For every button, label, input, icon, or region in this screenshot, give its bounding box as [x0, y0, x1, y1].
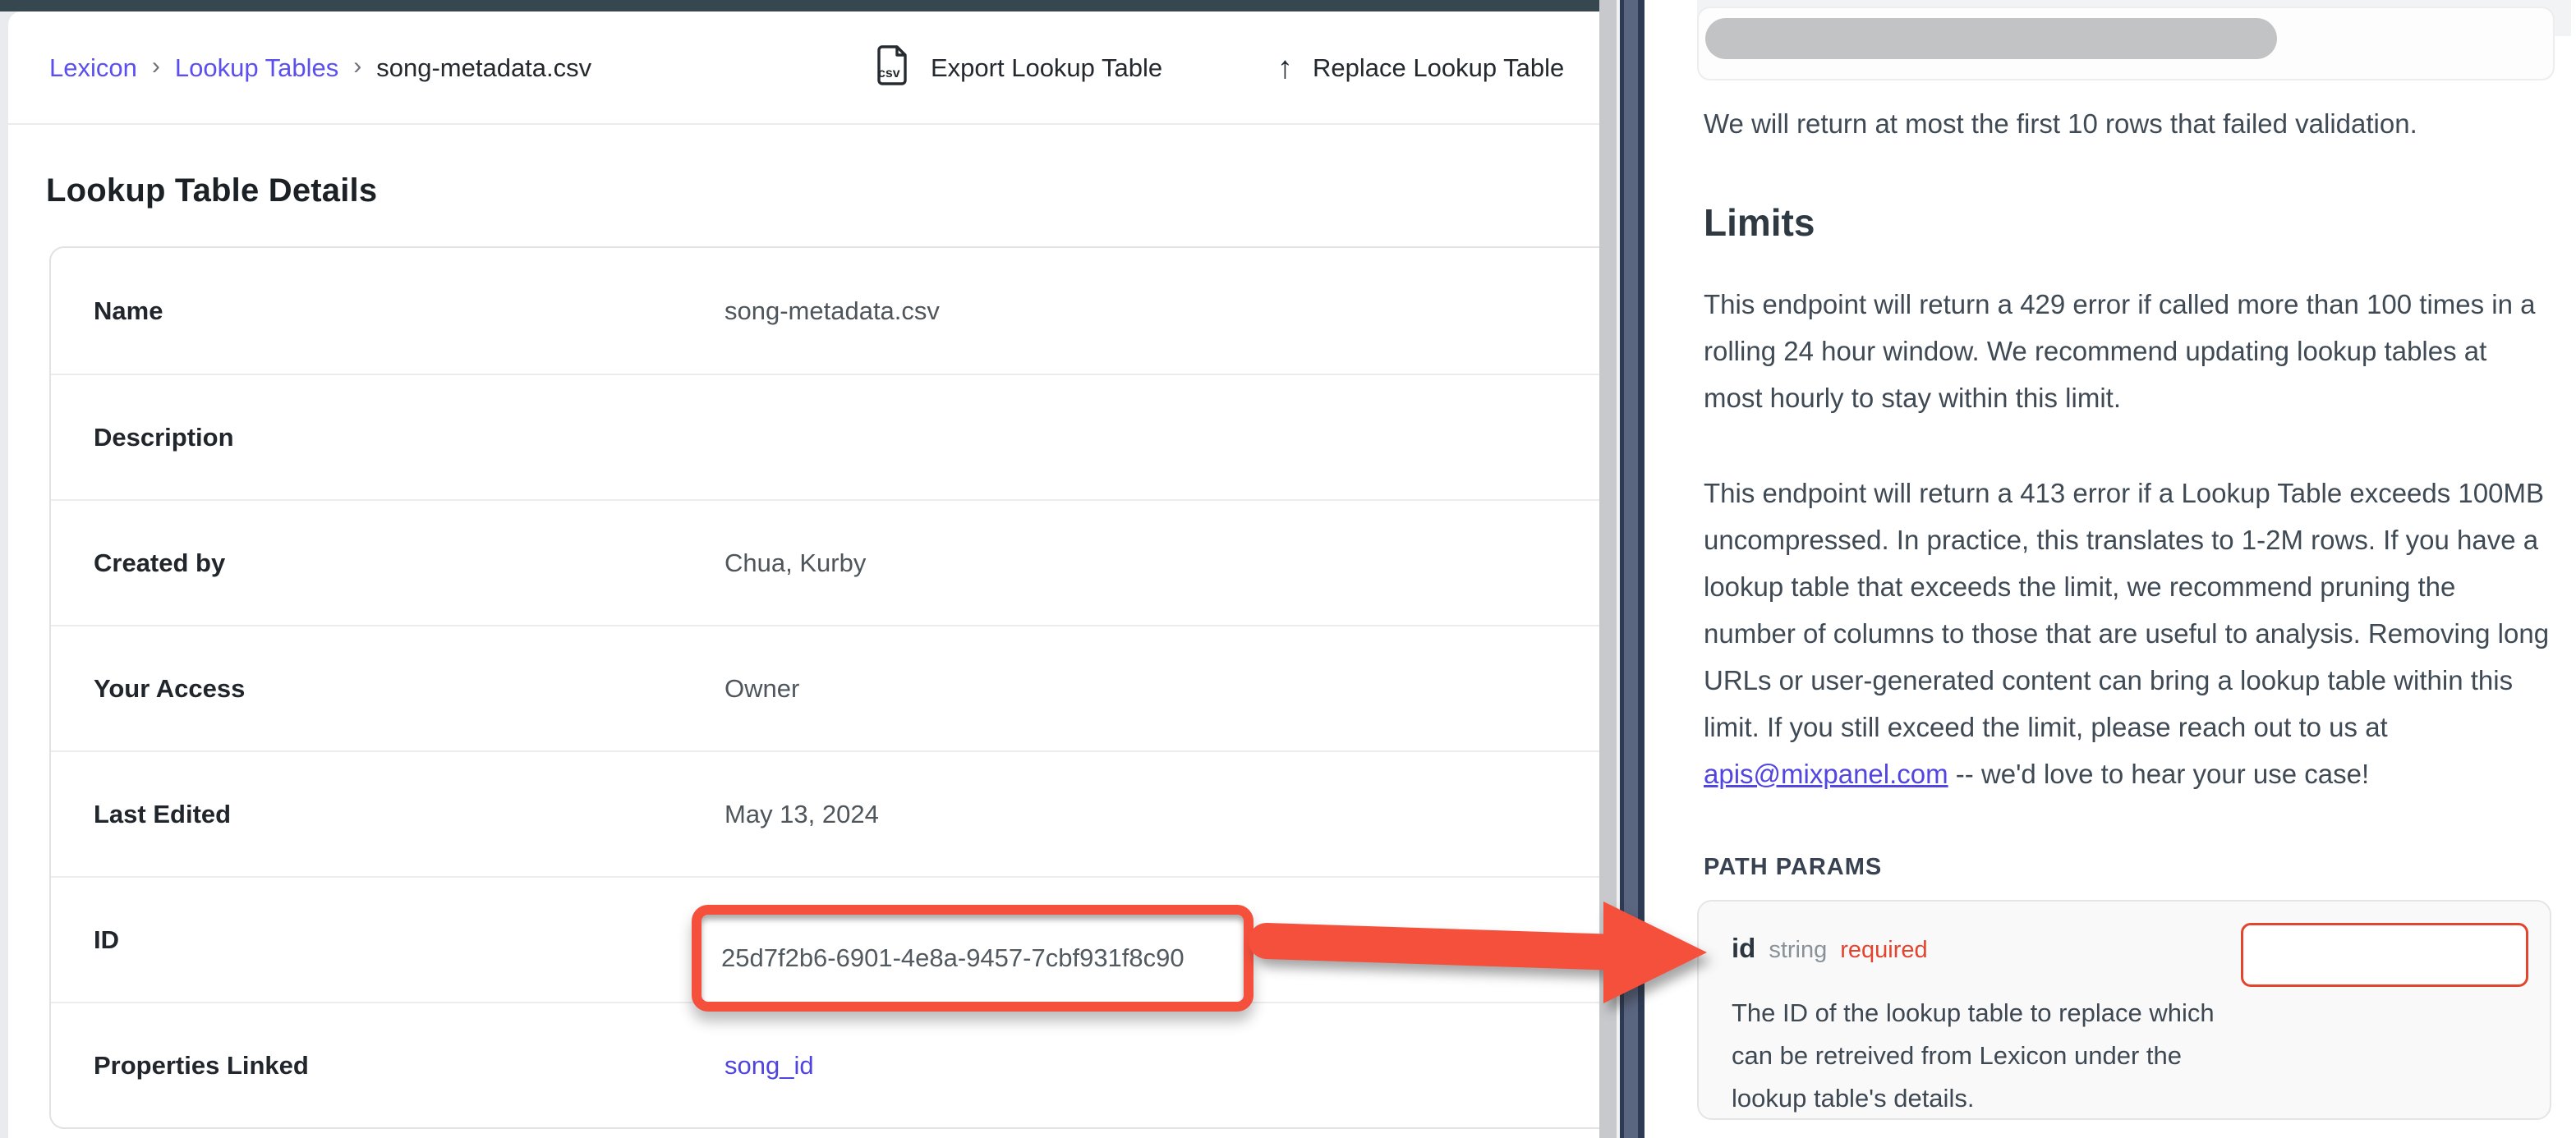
row-label: Name	[94, 296, 724, 326]
row-label: Last Edited	[94, 800, 724, 829]
lexicon-header: Lexicon › Lookup Tables › song-metadata.…	[8, 11, 1599, 125]
docs-horizontal-scrollbar[interactable]	[1697, 7, 2555, 80]
id-param-input[interactable]	[2241, 923, 2528, 987]
breadcrumb: Lexicon › Lookup Tables › song-metadata.…	[49, 11, 591, 125]
param-description: The ID of the lookup table to replace wh…	[1732, 992, 2249, 1120]
id-path-param-card: id string required The ID of the lookup …	[1697, 900, 2551, 1120]
export-button-label: Export Lookup Table	[931, 53, 1162, 83]
svg-text:csv: csv	[878, 67, 900, 80]
breadcrumb-separator-icon: ›	[152, 53, 160, 84]
screenshot-root: Lexicon › Lookup Tables › song-metadata.…	[0, 0, 2576, 1138]
limits-heading: Limits	[1704, 200, 1815, 245]
param-required-badge: required	[1840, 937, 1927, 964]
row-label: Your Access	[94, 674, 724, 704]
table-row-name: Name song-metadata.csv	[51, 248, 1599, 374]
row-value: May 13, 2024	[724, 800, 879, 829]
row-label: Properties Linked	[94, 1051, 724, 1081]
docs-intro-paragraph: We will return at most the first 10 rows…	[1704, 100, 2551, 147]
limits-429-paragraph: This endpoint will return a 429 error if…	[1704, 281, 2551, 421]
breadcrumb-separator-icon: ›	[353, 53, 361, 84]
song-id-property-link[interactable]: song_id	[724, 1051, 814, 1081]
breadcrumb-link-lexicon[interactable]: Lexicon	[49, 53, 137, 83]
upload-arrow-icon: ↑	[1277, 51, 1293, 86]
docs-window: We will return at most the first 10 rows…	[1644, 0, 2576, 1138]
export-lookup-table-button[interactable]: csv Export Lookup Table	[875, 11, 1162, 125]
table-row-last-edited: Last Edited May 13, 2024	[51, 750, 1599, 876]
row-label: Created by	[94, 548, 724, 578]
replace-lookup-table-button[interactable]: ↑ Replace Lookup Table	[1277, 11, 1564, 125]
id-value-highlight-box: 25d7f2b6-6901-4e8a-9457-7cbf931f8c90	[692, 905, 1254, 1012]
table-row-created-by: Created by Chua, Kurby	[51, 499, 1599, 625]
horizontal-scrollbar-thumb[interactable]	[1705, 18, 2277, 59]
paragraph-text: -- we'd love to hear your use case!	[1948, 759, 2370, 789]
apis-mixpanel-email-link[interactable]: apis@mixpanel.com	[1704, 759, 1948, 789]
limits-413-paragraph: This endpoint will return a 413 error if…	[1704, 470, 2551, 797]
row-label: ID	[94, 925, 724, 955]
left-window-top-edge	[0, 0, 1599, 11]
row-value: Chua, Kurby	[724, 548, 866, 578]
row-value: Owner	[724, 674, 799, 704]
table-row-your-access: Your Access Owner	[51, 625, 1599, 750]
breadcrumb-current-page: song-metadata.csv	[376, 53, 591, 83]
param-type: string	[1769, 937, 1827, 964]
row-label: Description	[94, 423, 724, 452]
table-row-description: Description	[51, 374, 1599, 499]
row-value: song-metadata.csv	[724, 296, 940, 326]
csv-file-icon: csv	[875, 44, 911, 92]
page-title: Lookup Table Details	[46, 172, 377, 209]
replace-button-label: Replace Lookup Table	[1313, 53, 1564, 83]
annotation-arrow-icon	[1232, 877, 1741, 1041]
paragraph-text: This endpoint will return a 413 error if…	[1704, 478, 2549, 742]
breadcrumb-link-lookup-tables[interactable]: Lookup Tables	[175, 53, 338, 83]
lookup-table-id-value: 25d7f2b6-6901-4e8a-9457-7cbf931f8c90	[702, 943, 1184, 973]
param-header: id string required	[1732, 933, 1928, 964]
